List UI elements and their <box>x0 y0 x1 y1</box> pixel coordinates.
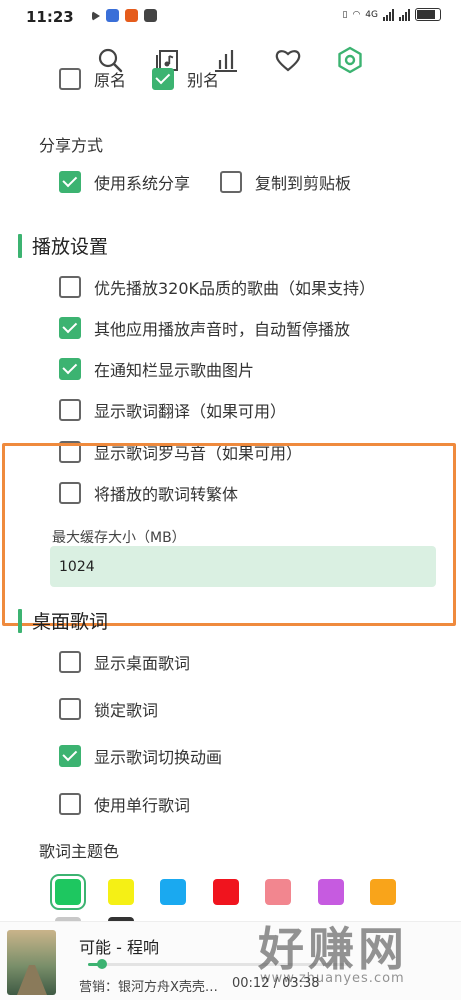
prefer-320k-checkbox[interactable] <box>59 276 81 298</box>
clipboard-label: 复制到剪贴板 <box>255 174 352 193</box>
playback-settings-heading: 播放设置 <box>18 232 108 259</box>
section-accent-bar <box>18 233 22 258</box>
color-swatch[interactable] <box>317 879 344 905</box>
signal-icon <box>399 8 410 21</box>
system-share-checkbox[interactable] <box>59 171 81 193</box>
show-desktop-lyrics-label: 显示桌面歌词 <box>94 654 191 673</box>
lyric-translation-checkbox[interactable] <box>59 399 81 421</box>
system-share-option[interactable]: 使用系统分享 <box>59 170 190 194</box>
song-title: 可能 - 程响 <box>79 938 159 957</box>
status-bar: 11:23 ▯ ◠ 4G <box>0 0 461 34</box>
lyric-animation-checkbox[interactable] <box>59 745 81 767</box>
progress-knob[interactable] <box>97 959 108 969</box>
signal-icon <box>383 8 394 21</box>
color-swatch[interactable] <box>370 879 396 905</box>
lyric-theme-color-title: 歌词主题色 <box>39 842 120 861</box>
alias-checkbox[interactable] <box>152 68 174 90</box>
status-time: 11:23 <box>26 8 74 26</box>
lyric-romaji-label: 显示歌词罗马音（如果可用） <box>94 444 303 463</box>
share-method-title: 分享方式 <box>39 136 104 155</box>
section-accent-bar <box>18 608 22 633</box>
watermark: 好赚网 www.zhuanyes.com <box>250 905 455 997</box>
original-name-label: 原名 <box>94 71 127 90</box>
play-notification-icon <box>92 11 100 21</box>
network-type: 4G <box>365 9 378 20</box>
traditional-chinese-label: 将播放的歌词转繁体 <box>94 485 239 504</box>
alias-label: 别名 <box>187 71 220 90</box>
watermark-title: 好赚网 <box>258 922 408 976</box>
desktop-lyrics-heading: 桌面歌词 <box>18 607 108 634</box>
color-swatch[interactable] <box>160 879 186 905</box>
lyric-romaji-option[interactable]: 显示歌词罗马音（如果可用） <box>59 440 302 464</box>
cache-size-value: 1024 <box>59 558 95 575</box>
app-notification-icon <box>106 9 119 22</box>
notification-cover-label: 在通知栏显示歌曲图片 <box>94 361 255 380</box>
lyric-romaji-checkbox[interactable] <box>59 441 81 463</box>
color-swatch[interactable] <box>212 879 239 905</box>
notification-icons <box>92 9 157 22</box>
lyric-translation-option[interactable]: 显示歌词翻译（如果可用） <box>59 398 286 422</box>
playback-settings-title: 播放设置 <box>32 236 109 258</box>
single-line-lyrics-option[interactable]: 使用单行歌词 <box>59 792 190 816</box>
cache-size-input[interactable]: 1024 <box>50 546 436 587</box>
traditional-chinese-option[interactable]: 将播放的歌词转繁体 <box>59 481 238 505</box>
cache-size-label: 最大缓存大小（MB） <box>52 530 186 546</box>
prefer-320k-label: 优先播放320K品质的歌曲（如果支持） <box>94 279 376 298</box>
original-name-option[interactable]: 原名 <box>59 67 126 91</box>
lyric-animation-label: 显示歌词切换动画 <box>94 748 223 767</box>
original-name-checkbox[interactable] <box>59 68 81 90</box>
notification-cover-option[interactable]: 在通知栏显示歌曲图片 <box>59 357 254 381</box>
app-notification-icon <box>144 9 157 22</box>
single-line-lyrics-checkbox[interactable] <box>59 793 81 815</box>
settings-hexagon-icon[interactable] <box>334 44 366 76</box>
color-swatch[interactable] <box>265 879 291 905</box>
traditional-chinese-checkbox[interactable] <box>59 482 81 504</box>
show-desktop-lyrics-checkbox[interactable] <box>59 651 81 673</box>
lyric-translation-label: 显示歌词翻译（如果可用） <box>94 402 287 421</box>
desktop-lyrics-title: 桌面歌词 <box>32 611 109 633</box>
auto-pause-label: 其他应用播放声音时，自动暂停播放 <box>94 320 351 339</box>
auto-pause-option[interactable]: 其他应用播放声音时，自动暂停播放 <box>59 316 350 340</box>
system-share-label: 使用系统分享 <box>94 174 191 193</box>
lock-lyrics-option[interactable]: 锁定歌词 <box>59 697 158 721</box>
lock-lyrics-label: 锁定歌词 <box>94 701 159 720</box>
system-status-icons: ▯ ◠ 4G <box>342 8 441 21</box>
notification-cover-checkbox[interactable] <box>59 358 81 380</box>
lyric-animation-option[interactable]: 显示歌词切换动画 <box>59 744 222 768</box>
heart-icon[interactable] <box>272 44 304 76</box>
battery-icon <box>415 8 441 21</box>
clipboard-option[interactable]: 复制到剪贴板 <box>220 170 351 194</box>
auto-pause-checkbox[interactable] <box>59 317 81 339</box>
wifi-icon: ◠ <box>352 9 361 20</box>
watermark-url: www.zhuanyes.com <box>260 971 405 986</box>
clipboard-checkbox[interactable] <box>220 171 242 193</box>
color-swatch[interactable] <box>107 879 134 905</box>
alias-option[interactable]: 别名 <box>152 67 219 91</box>
album-cover[interactable] <box>7 930 56 995</box>
prefer-320k-option[interactable]: 优先播放320K品质的歌曲（如果支持） <box>59 275 375 299</box>
lock-lyrics-checkbox[interactable] <box>59 698 81 720</box>
ad-text: 营销：银河方舟X壳壳… <box>79 980 218 995</box>
color-swatch[interactable] <box>50 874 86 910</box>
app-notification-icon <box>125 9 138 22</box>
show-desktop-lyrics-option[interactable]: 显示桌面歌词 <box>59 650 190 674</box>
vibrate-icon: ▯ <box>342 9 348 20</box>
single-line-lyrics-label: 使用单行歌词 <box>94 796 191 815</box>
